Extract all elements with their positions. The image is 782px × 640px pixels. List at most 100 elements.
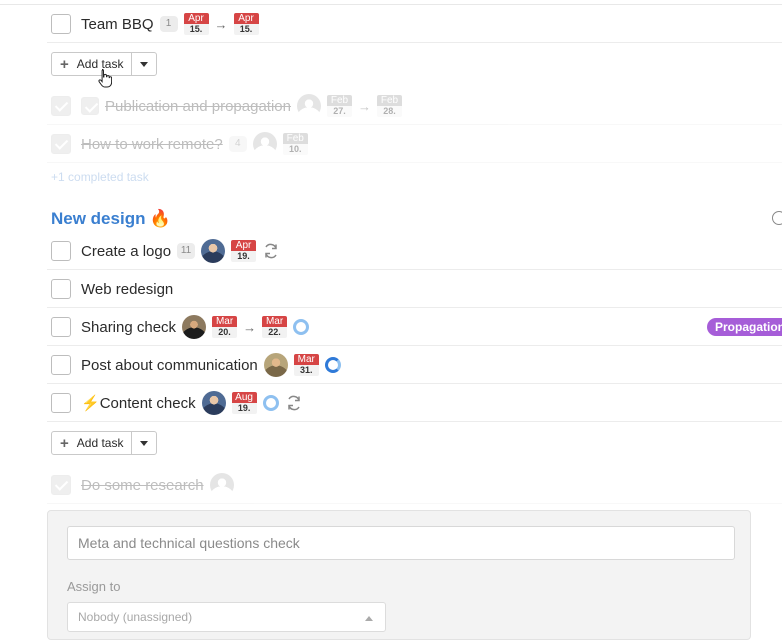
section-title-text: New design [51,209,146,228]
fire-emoji-icon: 🔥 [149,209,171,228]
plus-icon: + [60,55,69,73]
chevron-down-icon [140,440,149,446]
plus-icon: + [60,434,69,452]
due-date-badge[interactable]: Apr 19. [231,240,257,262]
show-completed-link[interactable]: +1 completed task [51,170,149,184]
due-date-badge[interactable]: Aug 19. [231,392,257,414]
task-checkbox[interactable] [51,393,71,413]
date-month: Mar [262,316,288,327]
task-row-completed[interactable]: Do some research [0,466,782,504]
start-date-badge[interactable]: Feb 27. [326,95,352,117]
chevron-up-icon [365,616,373,621]
task-row[interactable]: Sharing check Mar 20. → Mar 22. [0,308,782,346]
date-day: 15. [233,24,259,35]
task-row[interactable]: Team BBQ 1 Apr 15. → Apr 15. [0,5,782,43]
arrow-right-icon: → [357,98,371,114]
add-task-dropdown-button[interactable] [132,53,156,75]
tag-badge[interactable]: Propagation [707,318,782,336]
task-checkbox[interactable] [51,241,71,261]
add-task-split-button[interactable]: + Add task [51,431,158,455]
check-emoji-icon [81,97,99,115]
task-checkbox-checked[interactable] [51,134,71,154]
avatar[interactable] [201,239,226,263]
date-month: Mar [212,316,238,327]
task-row-completed[interactable]: How to work remote? 4 Feb 10. [0,125,782,163]
due-date-badge[interactable]: Mar 22. [262,316,288,338]
date-day: 31. [293,365,319,376]
progress-ring-icon [262,395,279,411]
date-day: 15. [183,24,209,35]
date-day: 19. [231,403,257,414]
date-month: Apr [231,240,257,251]
add-task-button[interactable]: + Add task [52,53,133,75]
task-checkbox-checked[interactable] [51,96,71,116]
comment-count-badge: 1 [159,16,178,32]
task-title[interactable]: Sharing check [81,319,176,336]
task-row[interactable]: Post about communication Mar 31. [0,346,782,384]
add-task-label: Add task [76,436,124,450]
repeat-icon [287,395,300,411]
due-date-badge[interactable]: Feb 28. [376,95,402,117]
comment-count-badge: 11 [177,243,196,259]
due-date-badge[interactable]: Apr 15. [233,13,259,35]
task-checkbox[interactable] [51,317,71,337]
task-row[interactable]: ⚡ Content check Aug 19. [0,384,782,422]
avatar[interactable] [201,391,226,415]
due-date-badge[interactable]: Feb 10. [282,133,308,155]
row-divider [47,503,782,504]
add-task-dropdown-button[interactable] [132,432,156,454]
start-date-badge[interactable]: Mar 20. [212,316,238,338]
task-title: Content check [99,394,196,412]
task-row-completed[interactable]: Publication and propagation Feb 27. → Fe… [0,87,782,125]
avatar[interactable] [263,353,288,377]
add-task-button[interactable]: + Add task [52,432,133,454]
task-title[interactable]: Web redesign [81,281,173,298]
assignee-select-value: Nobody (unassigned) [78,610,193,624]
date-month: Feb [326,95,352,106]
task-checkbox[interactable] [51,355,71,375]
task-checkbox[interactable] [51,14,71,34]
date-month: Apr [233,13,259,24]
date-day: 20. [212,327,238,338]
task-row[interactable]: Create a logo 11 Apr 19. [0,232,782,270]
row-divider [47,42,782,43]
task-title[interactable]: Team BBQ [81,16,154,33]
assign-to-label: Assign to [67,579,121,594]
date-month: Aug [231,392,257,403]
task-title[interactable]: Publication and propagation [105,98,291,115]
comment-count-badge: 4 [228,136,247,152]
repeat-icon [265,243,277,259]
row-divider [47,421,782,422]
assignee-select[interactable]: Nobody (unassigned) [67,602,386,632]
task-title[interactable]: How to work remote? [81,136,223,153]
date-day: 10. [282,144,308,155]
due-date-badge[interactable]: Mar 31. [293,354,319,376]
task-row[interactable]: Web redesign [0,270,782,308]
progress-ring-icon [324,357,341,373]
avatar[interactable] [182,315,207,339]
task-title[interactable]: Post about communication [81,357,258,374]
avatar [209,473,234,497]
section-title[interactable]: New design 🔥 [51,209,171,229]
chevron-down-icon [140,61,149,67]
hand-pointer-cursor-icon [98,69,112,88]
task-checkbox-checked[interactable] [51,475,71,495]
task-title[interactable]: Create a logo [81,243,171,260]
date-month: Feb [376,95,402,106]
task-title[interactable]: Do some research [81,477,204,494]
arrow-right-icon: → [243,319,257,335]
task-title-input[interactable] [67,526,735,560]
date-month: Mar [293,354,319,365]
section-options-icon[interactable] [772,211,782,225]
task-checkbox[interactable] [51,279,71,299]
new-task-editor: Assign to Nobody (unassigned) [47,510,751,640]
lightning-emoji-icon: ⚡ [81,395,100,412]
date-day: 27. [326,106,352,117]
date-month: Apr [183,13,209,24]
start-date-badge[interactable]: Apr 15. [183,13,209,35]
avatar [296,94,321,118]
row-divider [47,162,782,163]
progress-ring-icon [293,319,310,335]
date-day: 19. [231,251,257,262]
task-title-group[interactable]: ⚡ Content check [81,394,196,413]
